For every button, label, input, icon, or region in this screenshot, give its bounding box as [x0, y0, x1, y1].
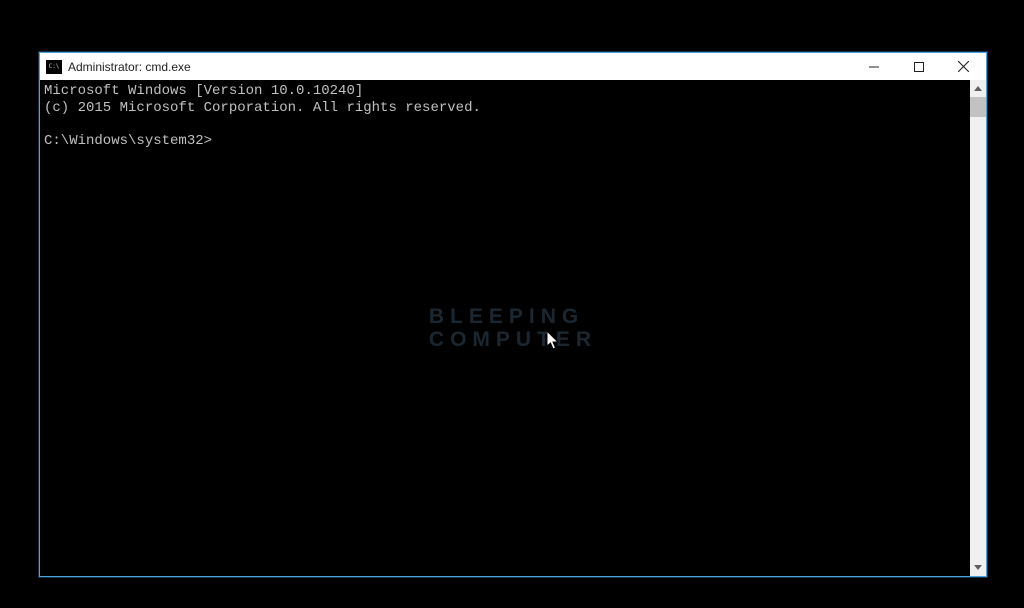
window-title: Administrator: cmd.exe	[68, 60, 851, 74]
chevron-down-icon	[974, 565, 982, 570]
console-line: (c) 2015 Microsoft Corporation. All righ…	[44, 100, 481, 116]
close-button[interactable]	[941, 53, 986, 80]
minimize-button[interactable]	[851, 53, 896, 80]
chevron-up-icon	[974, 86, 982, 91]
vertical-scrollbar[interactable]	[970, 80, 986, 576]
scroll-thumb[interactable]	[970, 97, 986, 117]
maximize-button[interactable]	[896, 53, 941, 80]
console-output[interactable]: Microsoft Windows [Version 10.0.10240] (…	[40, 80, 970, 576]
maximize-icon	[914, 62, 924, 72]
window-controls	[851, 53, 986, 80]
cmd-window: Administrator: cmd.exe Microsoft Windows	[39, 52, 987, 577]
close-icon	[958, 61, 969, 72]
console-prompt: C:\Windows\system32>	[44, 133, 212, 149]
cmd-icon	[46, 60, 62, 74]
console-body: Microsoft Windows [Version 10.0.10240] (…	[40, 80, 986, 576]
scroll-down-button[interactable]	[970, 559, 986, 576]
console-line: Microsoft Windows [Version 10.0.10240]	[44, 83, 363, 99]
scroll-up-button[interactable]	[970, 80, 986, 97]
scroll-track[interactable]	[970, 97, 986, 559]
minimize-icon	[869, 62, 879, 72]
titlebar[interactable]: Administrator: cmd.exe	[40, 53, 986, 80]
